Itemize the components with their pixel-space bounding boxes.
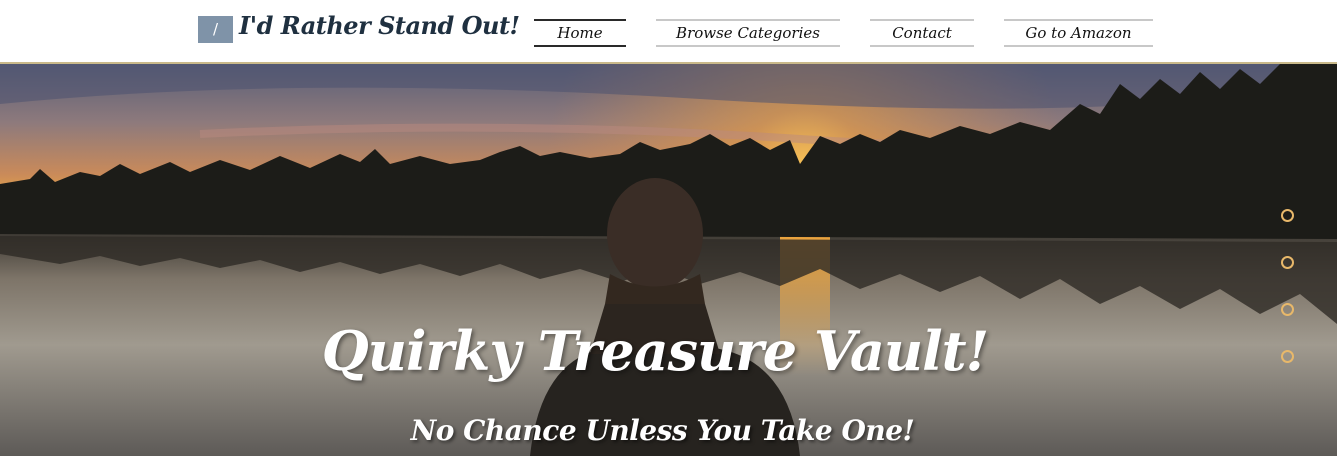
nav-contact[interactable]: Contact (870, 19, 974, 47)
nav-browse-categories[interactable]: Browse Categories (656, 19, 840, 47)
hero-title: Quirky Treasure Vault! (321, 319, 990, 383)
hero-slideshow: Quirky Treasure Vault! No Chance Unless … (0, 64, 1337, 456)
slide-dot-2[interactable] (1281, 256, 1294, 269)
nav-home[interactable]: Home (534, 19, 626, 47)
slide-dot-3[interactable] (1281, 303, 1294, 316)
hero-background-image (0, 64, 1337, 456)
logo-icon[interactable]: / (198, 16, 233, 43)
site-header: / I'd Rather Stand Out! Home Browse Cate… (0, 0, 1337, 64)
slide-dot-4[interactable] (1281, 350, 1294, 363)
nav-go-to-amazon[interactable]: Go to Amazon (1004, 19, 1153, 47)
site-title[interactable]: I'd Rather Stand Out! (239, 11, 520, 40)
hero-subtitle: No Chance Unless You Take One! (410, 414, 915, 447)
slide-dot-1[interactable] (1281, 209, 1294, 222)
